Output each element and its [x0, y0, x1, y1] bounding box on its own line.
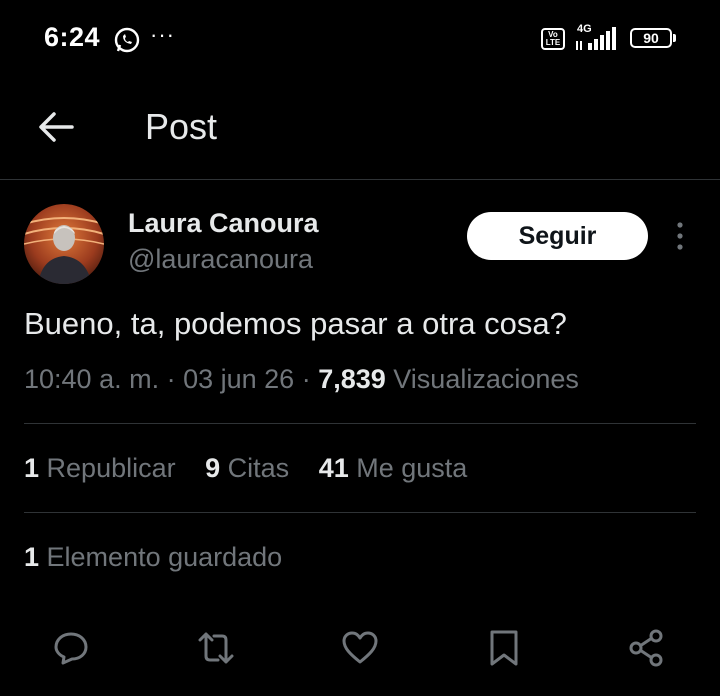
meta-separator: · — [294, 364, 319, 394]
reposts-link[interactable]: 1 Republicar — [24, 453, 176, 483]
post-meta: 10:40 a. m. · 03 jun 26 · 7,839 Visualiz… — [24, 364, 579, 395]
whatsapp-icon — [114, 27, 140, 53]
volte-icon: Vo LTE — [541, 28, 565, 50]
signal-icon — [576, 27, 616, 50]
more-options-icon[interactable] — [670, 220, 690, 252]
header: Post — [0, 80, 720, 180]
views-count: 7,839 — [318, 364, 386, 394]
post-date: 03 jun 26 — [183, 364, 295, 394]
divider — [24, 423, 696, 424]
status-bar: 6:24 ··· Vo LTE 4G 90 — [0, 0, 720, 80]
quotes-link[interactable]: 9 Citas — [205, 453, 289, 483]
views-label: Visualizaciones — [385, 364, 579, 394]
follow-button[interactable]: Seguir — [467, 212, 648, 260]
status-more-icon: ··· — [150, 22, 175, 47]
status-time: 6:24 — [44, 22, 101, 52]
author-handle[interactable]: @lauracanoura — [128, 244, 313, 275]
battery-tip — [673, 34, 676, 42]
bookmark-icon[interactable] — [484, 628, 524, 668]
post-text: Bueno, ta, podemos pasar a otra cosa? — [24, 306, 567, 341]
engagement-stats: 1 Republicar 9 Citas 41 Me gusta — [24, 453, 489, 484]
post-time: 10:40 a. m. — [24, 364, 160, 394]
like-icon[interactable] — [340, 628, 380, 668]
divider — [24, 512, 696, 513]
repost-icon[interactable] — [196, 628, 236, 668]
likes-link[interactable]: 41 Me gusta — [319, 453, 468, 483]
meta-separator: · — [159, 364, 184, 394]
arrow-left-icon[interactable] — [36, 107, 76, 147]
avatar[interactable] — [24, 204, 104, 284]
page-title: Post — [145, 106, 218, 147]
reply-icon[interactable] — [51, 628, 91, 668]
author-name[interactable]: Laura Canoura — [128, 208, 319, 239]
bookmarks-link[interactable]: 1 Elemento guardado — [24, 542, 282, 573]
battery-icon: 90 — [630, 28, 672, 48]
share-icon[interactable] — [627, 628, 667, 668]
